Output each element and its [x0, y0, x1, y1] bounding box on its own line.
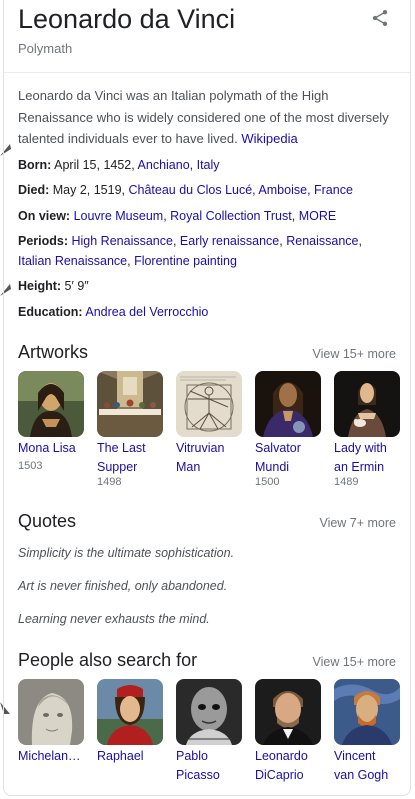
page-title: Leonardo da Vinci — [18, 4, 236, 34]
period-link[interactable]: Renaissance — [286, 234, 358, 248]
person-name: Vincent — [334, 749, 376, 763]
period-link[interactable]: Early renaissance — [180, 234, 279, 248]
person-name: Picasso — [176, 768, 220, 782]
facts-list: Born: April 15, 1452, Anchiano, Italy Di… — [4, 150, 410, 323]
fact-label: Periods: — [18, 234, 69, 248]
wikipedia-link[interactable]: Wikipedia — [241, 131, 297, 146]
section-title: Artworks — [18, 342, 89, 362]
artwork-title: Vitruvian — [176, 441, 225, 455]
royal-collection-link[interactable]: Royal Collection Trust — [170, 209, 292, 223]
artwork-card[interactable]: Vitruvian Man — [176, 371, 242, 489]
fact-born: Born: April 15, 1452, Anchiano, Italy — [18, 156, 396, 176]
person-thumbnail — [18, 679, 84, 745]
quotes-view-more[interactable]: View 7+ more — [319, 516, 396, 530]
artwork-title: Lady with — [334, 441, 387, 455]
artwork-title: Man — [176, 460, 201, 474]
person-name: Leonardo — [255, 749, 308, 763]
description-text: Leonardo da Vinci was an Italian polymat… — [18, 88, 389, 146]
period-link[interactable]: High Renaissance — [72, 234, 173, 248]
fact-value: May 2, 1519, — [52, 183, 125, 197]
fact-label: Born: — [18, 157, 52, 172]
person-name: Raphael — [97, 749, 144, 763]
artwork-thumbnail — [97, 371, 163, 437]
fact-periods: Periods: High Renaissance, Early renaiss… — [18, 234, 362, 268]
artwork-title: Mona Lisa — [18, 441, 76, 455]
period-link[interactable]: Italian Renaissance — [18, 254, 127, 268]
fact-value: April 15, 1452, — [54, 157, 135, 172]
page-subtitle: Polymath — [18, 41, 73, 56]
fact-value: 5′ 9″ — [64, 279, 89, 293]
artwork-thumbnail — [255, 371, 321, 437]
fact-label: Died: — [18, 183, 50, 197]
description: Leonardo da Vinci was an Italian polymat… — [4, 73, 410, 150]
fact-died: Died: May 2, 1519, Château du Clos Lucé,… — [18, 181, 396, 201]
artwork-card[interactable]: Lady with an Ermin 1489 — [334, 371, 400, 489]
artwork-year: 1500 — [255, 476, 280, 488]
person-card[interactable]: Pablo Picasso — [176, 679, 242, 783]
artwork-title: an Ermin — [334, 460, 385, 474]
artworks-carousel: Mona Lisa 1503 The Last Supper 1498 Vitr… — [4, 363, 410, 489]
fact-on-view: On view: Louvre Museum, Royal Collection… — [18, 208, 337, 223]
person-thumbnail — [334, 679, 400, 745]
artwork-thumbnail — [334, 371, 400, 437]
quote-text: Simplicity is the ultimate sophisticatio… — [18, 546, 235, 560]
person-card[interactable]: Vincent van Gogh — [334, 679, 400, 783]
artworks-header: Artworks View 15+ more — [4, 342, 410, 363]
section-title: People also search for — [18, 650, 198, 670]
person-name: van Gogh — [334, 768, 389, 782]
artwork-year: 1489 — [334, 476, 359, 488]
artwork-title: Mundi — [255, 460, 290, 474]
artworks-view-more[interactable]: View 15+ more — [313, 347, 397, 361]
person-card[interactable]: Michelan… — [18, 679, 84, 783]
period-link[interactable]: Florentine painting — [134, 254, 237, 268]
education-link[interactable]: Andrea del Verrocchio — [85, 305, 208, 319]
artwork-card[interactable]: The Last Supper 1498 — [97, 371, 163, 489]
quotes-header: Quotes View 7+ more — [4, 511, 410, 532]
deathplace-link[interactable]: Château du Clos Lucé, Amboise, France — [128, 183, 352, 197]
person-thumbnail — [97, 679, 163, 745]
section-title: Quotes — [18, 511, 77, 531]
artwork-card[interactable]: Mona Lisa 1503 — [18, 371, 84, 489]
person-card[interactable]: Raphael — [97, 679, 163, 783]
artwork-thumbnail — [18, 371, 84, 437]
artwork-title: The Last — [97, 441, 146, 455]
fact-height: Height: 5′ 9″ — [18, 277, 396, 297]
more-link[interactable]: MORE — [299, 209, 337, 223]
share-icon[interactable] — [370, 8, 390, 28]
artwork-year: 1498 — [97, 476, 122, 488]
artwork-year: 1503 — [18, 460, 43, 472]
people-view-more[interactable]: View 15+ more — [313, 655, 397, 669]
knowledge-panel: Leonardo da Vinci Polymath Leonardo da V… — [3, 0, 411, 796]
louvre-link[interactable]: Louvre Museum — [74, 209, 164, 223]
person-name: Pablo — [176, 749, 208, 763]
fact-education: Education: Andrea del Verrocchio — [18, 303, 396, 323]
people-header: People also search for View 15+ more — [4, 650, 410, 671]
fact-label: On view: — [18, 208, 71, 223]
birthplace-link[interactable]: Anchiano, Italy — [138, 158, 220, 172]
person-name: DiCaprio — [255, 768, 304, 782]
artwork-thumbnail — [176, 371, 242, 437]
quote-text: Art is never finished, only abandoned. — [18, 579, 228, 593]
person-thumbnail — [176, 679, 242, 745]
fact-label: Education: — [18, 304, 83, 319]
people-carousel: Michelan… Raphael Pablo Picasso Leonardo… — [4, 671, 410, 783]
artwork-card[interactable]: Salvator Mundi 1500 — [255, 371, 321, 489]
artwork-title: Salvator — [255, 441, 301, 455]
person-name: Michelan… — [18, 749, 81, 763]
quote-text: Learning never exhausts the mind. — [18, 612, 210, 626]
person-thumbnail — [255, 679, 321, 745]
artwork-title: Supper — [97, 460, 138, 474]
panel-header: Leonardo da Vinci Polymath — [4, 0, 410, 73]
person-card[interactable]: Leonardo DiCaprio — [255, 679, 321, 783]
fact-label: Height: — [18, 279, 62, 293]
